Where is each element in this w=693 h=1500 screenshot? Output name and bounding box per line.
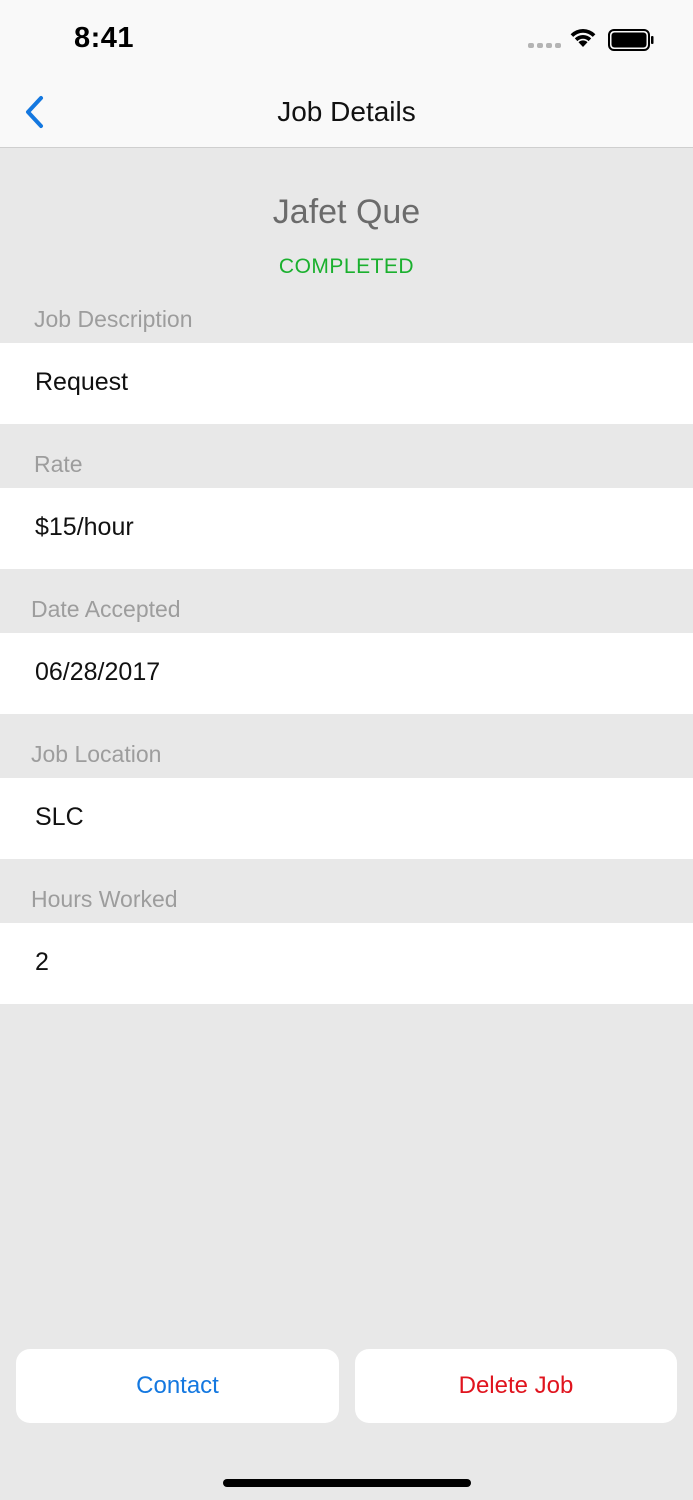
status-badge: COMPLETED [278,255,415,278]
wifi-icon [570,29,596,47]
battery-icon [608,29,654,51]
navigation-bar: Job Details [0,78,693,148]
job-location-row: SLC [0,778,693,859]
job-location-label: Job Location [31,741,162,767]
job-location-value: SLC [35,803,84,831]
job-details-screen: 8:41 Job Details Jafet Que COMPLETED Job… [0,0,693,1500]
rate-label: Rate [34,451,83,477]
page-title: Job Details [277,96,416,127]
status-time: 8:41 [74,22,135,54]
job-description-value: Request [35,368,129,396]
hours-worked-row: 2 [0,923,693,1004]
rate-row: $15/hour [0,488,693,569]
date-accepted-row: 06/28/2017 [0,633,693,714]
status-bar: 8:41 [0,0,693,78]
cellular-signal-icon [528,43,561,48]
delete-job-button[interactable]: Delete Job [355,1349,677,1423]
hours-worked-value: 2 [35,948,49,976]
worker-name: Jafet Que [272,193,421,231]
job-description-row: Request [0,343,693,424]
contact-button[interactable]: Contact [16,1349,339,1423]
date-accepted-label: Date Accepted [31,596,181,622]
job-description-label: Job Description [34,306,193,332]
date-accepted-value: 06/28/2017 [35,658,161,686]
rate-value: $15/hour [35,513,134,541]
home-indicator[interactable] [223,1479,471,1487]
hours-worked-label: Hours Worked [31,886,178,912]
